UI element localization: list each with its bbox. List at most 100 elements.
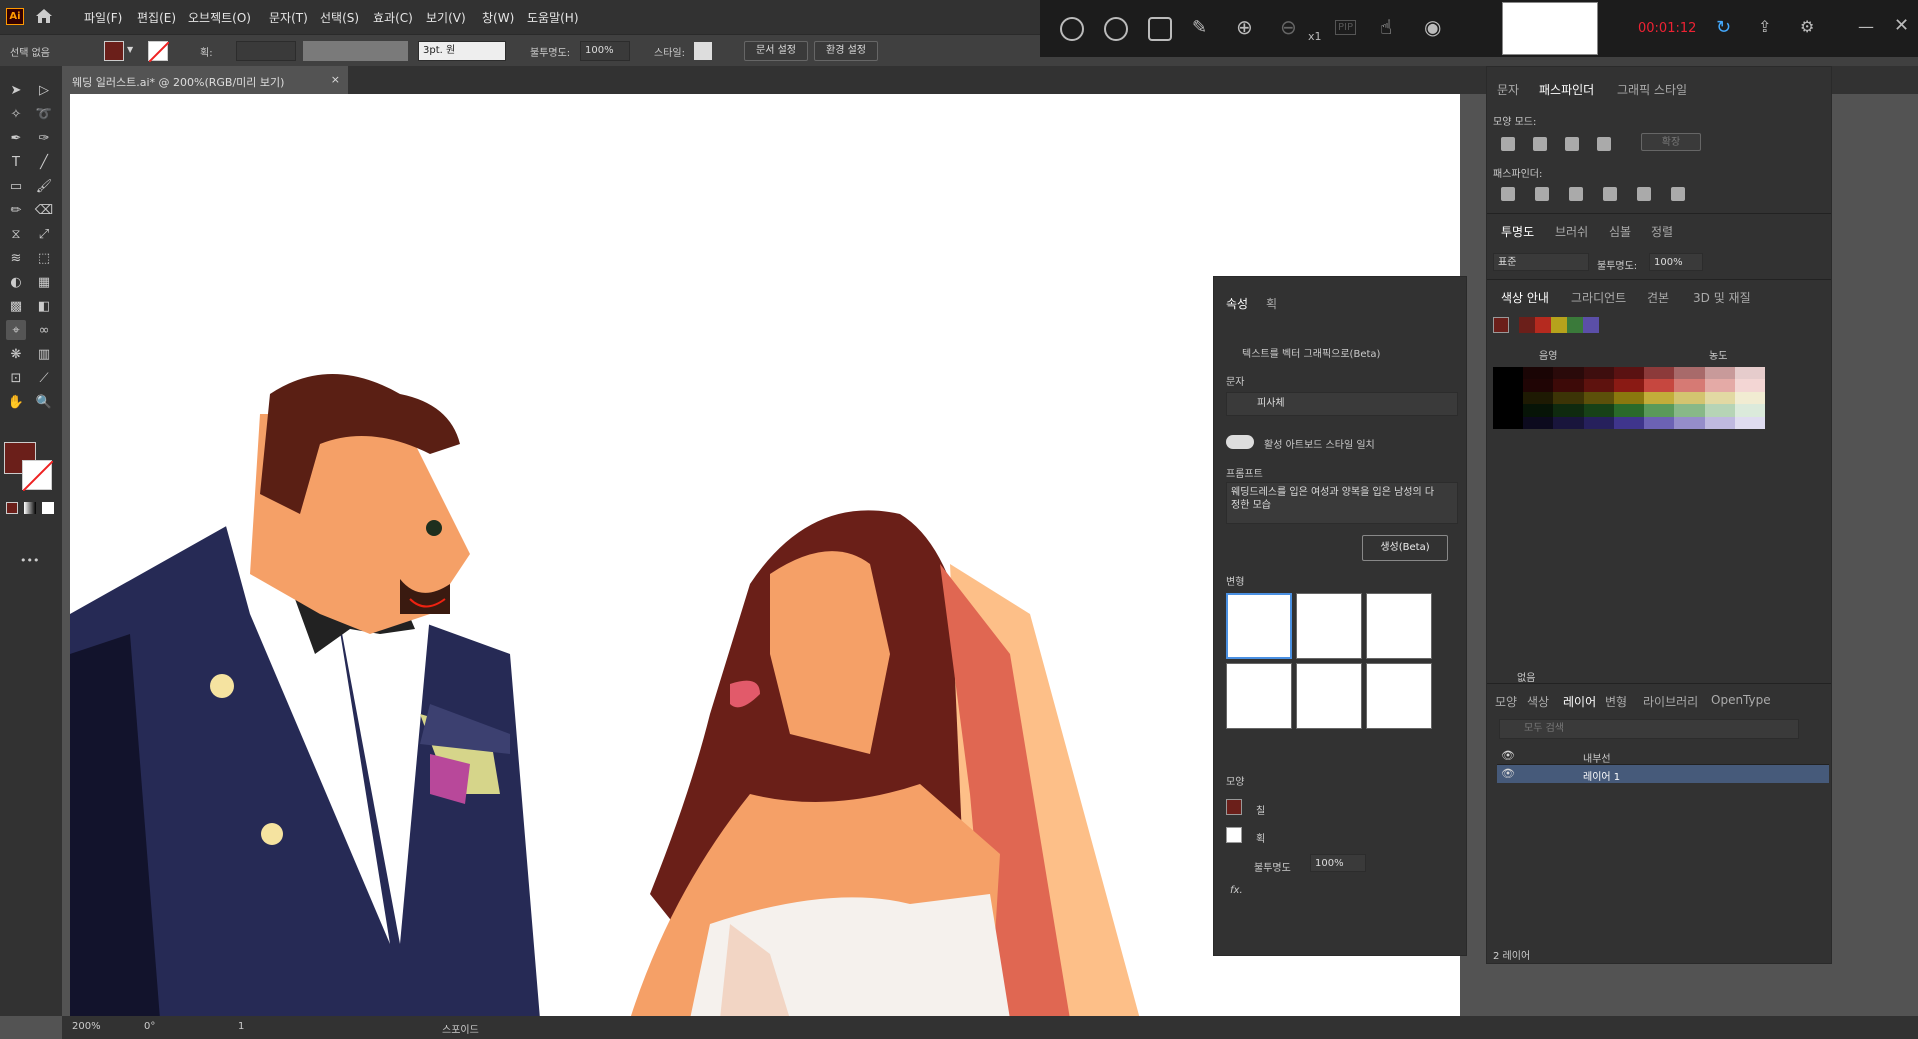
column-graph-icon[interactable]: ▥ [34, 344, 54, 364]
pause-icon[interactable] [1060, 17, 1084, 41]
none-mode-icon[interactable] [42, 502, 54, 514]
free-transform-icon[interactable]: ⬚ [34, 248, 54, 268]
scale-tool-icon[interactable]: ⤢ [34, 224, 54, 244]
color-guide-cell[interactable] [1493, 416, 1524, 429]
color-guide-cell[interactable] [1704, 416, 1735, 429]
tab-transparency[interactable]: 투명도 [1501, 223, 1534, 240]
exclude-icon[interactable] [1597, 137, 1611, 151]
color-guide-cell[interactable] [1674, 404, 1705, 417]
color-guide-cell[interactable] [1613, 416, 1645, 429]
stroke-weight-input[interactable] [236, 41, 296, 61]
shape-builder-icon[interactable]: ◐ [6, 272, 26, 292]
color-guide-cell[interactable] [1583, 391, 1614, 405]
tab-appearance[interactable]: 모양 [1495, 693, 1517, 710]
harmony-color-swatch[interactable] [1551, 317, 1567, 333]
gradient-mode-icon[interactable] [24, 502, 36, 514]
eraser-icon[interactable]: ⌫ [34, 200, 54, 220]
color-guide-cell[interactable] [1523, 391, 1554, 405]
pencil-icon[interactable]: ✎ [1192, 17, 1207, 38]
color-guide-cell[interactable] [1734, 379, 1765, 392]
preferences-button[interactable]: 환경 설정 [814, 41, 878, 61]
artboard-tool-icon[interactable]: ⊡ [6, 368, 26, 388]
color-guide-cell[interactable] [1493, 379, 1524, 392]
menu-help[interactable]: 도움말(H) [527, 9, 579, 26]
rotation-select[interactable]: 0° [144, 1021, 155, 1032]
type-select[interactable]: 피사체 [1226, 392, 1458, 416]
unite-icon[interactable] [1501, 137, 1515, 151]
color-guide-cell[interactable] [1583, 404, 1614, 417]
curvature-tool-icon[interactable]: ✑ [34, 128, 54, 148]
stroke-color-swatch[interactable] [1226, 827, 1242, 843]
direct-selection-tool-icon[interactable]: ▷ [34, 80, 54, 100]
prompt-textarea[interactable]: 웨딩드레스를 입은 여성과 양복을 입은 남성의 다정한 모습 [1226, 482, 1458, 524]
zoom-tool-icon[interactable]: 🔍 [34, 392, 54, 412]
variation-thumbnail[interactable] [1366, 663, 1432, 729]
tab-libraries[interactable]: 라이브러리 [1643, 693, 1698, 710]
color-guide-cell[interactable] [1704, 367, 1735, 380]
gradient-tool-icon[interactable]: ◧ [34, 296, 54, 316]
color-guide-cell[interactable] [1734, 404, 1765, 417]
tab-transform[interactable]: 변형 [1605, 693, 1627, 710]
cursor-effect-icon[interactable]: ☝ [1380, 15, 1392, 39]
transparency-opacity-input[interactable]: 100% [1649, 253, 1703, 271]
tab-layers[interactable]: 레이어 [1563, 693, 1596, 710]
brush-definition[interactable]: 3pt. 원 [418, 41, 506, 61]
camera-icon[interactable] [1148, 17, 1172, 41]
warp-tool-icon[interactable]: ≋ [6, 248, 26, 268]
color-guide-cell[interactable] [1734, 416, 1765, 429]
perspective-grid-icon[interactable]: ▦ [34, 272, 54, 292]
blend-tool-icon[interactable]: ∞ [34, 320, 54, 340]
color-guide-cell[interactable] [1523, 367, 1554, 380]
variation-thumbnail[interactable] [1296, 663, 1362, 729]
visibility-eye-icon[interactable]: 👁 [1501, 749, 1515, 762]
fx-button[interactable]: fx. [1230, 885, 1243, 896]
pencil-tool-icon[interactable]: ✏ [6, 200, 26, 220]
color-guide-cell[interactable] [1674, 416, 1705, 429]
eyedropper-icon[interactable]: ⌖ [6, 320, 26, 340]
color-guide-cell[interactable] [1553, 379, 1584, 392]
tab-opentype[interactable]: OpenType [1711, 693, 1771, 707]
crop-icon[interactable] [1603, 187, 1617, 201]
minus-back-icon[interactable] [1671, 187, 1685, 201]
color-guide-cell[interactable] [1583, 367, 1614, 380]
color-guide-cell[interactable] [1674, 367, 1705, 380]
color-guide-cell[interactable] [1523, 416, 1554, 429]
tab-character[interactable]: 문자 [1497, 81, 1519, 98]
mesh-tool-icon[interactable]: ▩ [6, 296, 26, 316]
tab-gradient[interactable]: 그라디언트 [1571, 289, 1626, 306]
harmony-color-swatch[interactable] [1583, 317, 1599, 333]
color-guide-cell[interactable] [1583, 379, 1614, 392]
match-style-toggle[interactable] [1226, 435, 1254, 449]
stroke-swatch[interactable] [148, 41, 170, 63]
color-guide-cell[interactable] [1553, 416, 1584, 429]
reflect-tool-icon[interactable]: ⧖ [6, 224, 26, 244]
color-guide-cell[interactable] [1613, 379, 1645, 392]
tab-symbols[interactable]: 심볼 [1609, 223, 1631, 240]
menu-effect[interactable]: 효과(C) [373, 9, 413, 26]
symbol-sprayer-icon[interactable]: ❋ [6, 344, 26, 364]
tab-properties[interactable]: 속성 [1226, 295, 1248, 312]
document-tab[interactable]: 웨딩 일러스트.ai* @ 200%(RGB/미리 보기) × [62, 66, 348, 94]
pen-tool-icon[interactable]: ✒ [6, 128, 26, 148]
tab-color-guide[interactable]: 색상 안내 [1501, 289, 1549, 306]
export-icon[interactable]: ⇪ [1758, 17, 1771, 36]
generate-button[interactable]: 생성(Beta) [1362, 535, 1448, 561]
variation-thumbnail[interactable] [1366, 593, 1432, 659]
chevron-down-icon[interactable]: ▼ [127, 45, 133, 54]
fill-swatch[interactable] [104, 41, 124, 61]
rectangle-tool-icon[interactable]: ▭ [6, 176, 26, 196]
tab-stroke[interactable]: 획 [1266, 295, 1277, 312]
merge-icon[interactable] [1569, 187, 1583, 201]
tab-align[interactable]: 정렬 [1651, 223, 1673, 240]
selection-tool-icon[interactable]: ➤ [6, 80, 26, 100]
divide-icon[interactable] [1501, 187, 1515, 201]
color-guide-cell[interactable] [1734, 367, 1765, 380]
color-guide-cell[interactable] [1523, 379, 1554, 392]
lasso-icon[interactable]: ➰ [34, 104, 54, 124]
close-tab-icon[interactable]: × [331, 73, 340, 86]
color-guide-cell[interactable] [1493, 367, 1524, 380]
color-guide-cell[interactable] [1553, 367, 1584, 380]
harmony-color-swatch[interactable] [1535, 317, 1551, 333]
variation-thumbnail[interactable] [1226, 593, 1292, 659]
menu-object[interactable]: 오브젝트(O) [188, 9, 251, 26]
